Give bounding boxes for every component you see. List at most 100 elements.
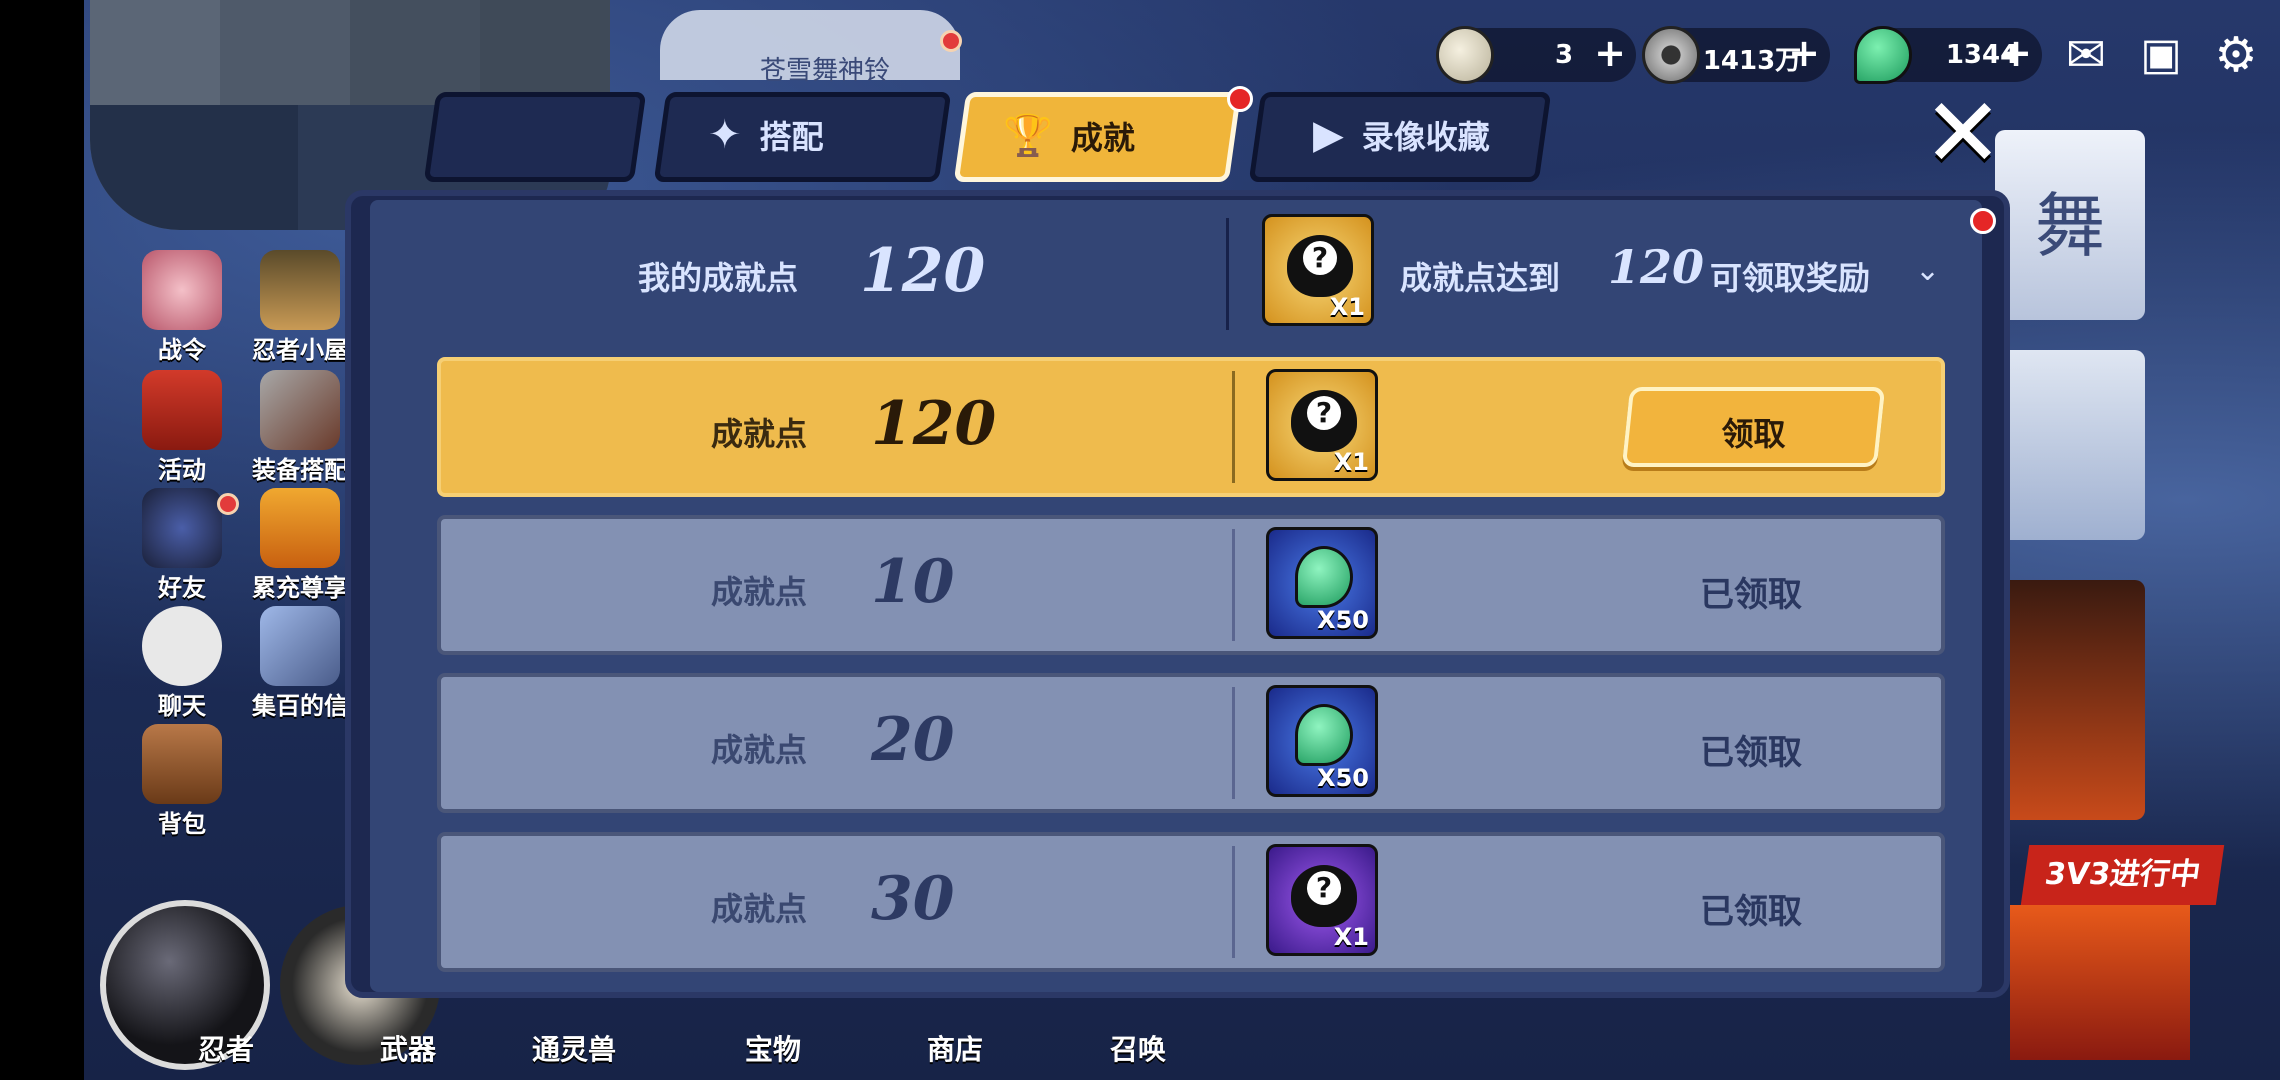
- add-magatama-button[interactable]: +: [2000, 34, 2032, 72]
- item-quantity: X1: [1333, 448, 1369, 476]
- sidebar-item-label: 好友: [158, 574, 206, 602]
- reward-suffix: 可领取奖励: [1710, 259, 1871, 297]
- sidebar-item-label: 累充尊享: [252, 574, 348, 602]
- sidebar-item-backpack[interactable]: 背包: [122, 724, 242, 839]
- sidebar-item-label: 活动: [158, 456, 206, 484]
- claimed-status: 已领取: [1700, 892, 1802, 932]
- mystery-box-item[interactable]: ? X1: [1266, 369, 1378, 481]
- settings-gear-icon[interactable]: ⚙: [2205, 28, 2267, 82]
- divider: [1232, 687, 1235, 799]
- green-magatama-icon: [1295, 546, 1353, 608]
- reward-row: 成就点 30 ? X1 已领取: [437, 832, 1945, 972]
- equipment-icon: [260, 370, 340, 450]
- my-points-label: 我的成就点: [638, 259, 799, 297]
- row-label: 成就点: [711, 573, 808, 611]
- right-event-card[interactable]: [1995, 580, 2145, 820]
- sidebar-item-recharge[interactable]: 累充尊享: [240, 488, 360, 603]
- notification-dot: [940, 30, 962, 52]
- green-magatama-icon: [1854, 26, 1912, 84]
- left-black-bar: [0, 0, 84, 1080]
- bottom-nav-summon-beasts[interactable]: 通灵兽: [532, 1028, 616, 1068]
- resource-rice-ball: 3 +: [1436, 26, 1636, 84]
- green-magatama-item[interactable]: X50: [1266, 685, 1378, 797]
- notification-dot: [1227, 86, 1253, 112]
- claim-button-label: 领取: [1721, 415, 1786, 453]
- mystery-box-item[interactable]: ? X1: [1262, 214, 1374, 326]
- backpack-icon: [142, 724, 222, 804]
- item-quantity: X1: [1329, 293, 1365, 321]
- sidebar-item-label: 战令: [158, 336, 206, 364]
- achievement-summary: 我的成就点 120 ? X1 成就点达到 120 可领取奖励 ⌄: [380, 208, 1996, 338]
- right-event-card[interactable]: [2010, 905, 2190, 1060]
- bottom-nav-weapons[interactable]: 武器: [380, 1028, 436, 1068]
- sidebar-item-events[interactable]: 活动: [122, 370, 242, 485]
- game-screen: 苍雪舞神铃 3 + 1413万 + 1344 + ✉ ▣ ⚙ 战令 忍者小屋 活…: [0, 0, 2280, 1080]
- row-label: 成就点: [711, 415, 808, 453]
- sidebar-item-ninja-house[interactable]: 忍者小屋: [240, 250, 360, 365]
- chat-bubble-icon: [142, 606, 222, 686]
- reward-row: 成就点 120 ? X1 领取: [437, 357, 1945, 497]
- divider: [1232, 371, 1235, 483]
- bottom-nav-shop[interactable]: 商店: [927, 1028, 983, 1068]
- divider: [1232, 529, 1235, 641]
- close-button[interactable]: ✕: [1918, 85, 2008, 181]
- my-points-value: 120: [860, 236, 986, 306]
- ninja-friend-icon: [142, 488, 222, 568]
- claimed-status: 已领取: [1700, 733, 1802, 773]
- item-quantity: X1: [1333, 923, 1369, 951]
- green-magatama-item[interactable]: X50: [1266, 527, 1378, 639]
- item-quantity: X50: [1317, 764, 1369, 792]
- sidebar-item-letters[interactable]: 集百的信: [240, 606, 360, 721]
- reward-row: 成就点 10 X50 已领取: [437, 515, 1945, 655]
- purple-mystery-box-item[interactable]: ? X1: [1266, 844, 1378, 956]
- chevron-down-icon[interactable]: ⌄: [1915, 256, 1945, 286]
- sidebar-item-chat[interactable]: 聊天: [122, 606, 242, 721]
- notification-dot: [1970, 208, 1996, 234]
- ninja-house-icon: [260, 250, 340, 330]
- row-points: 20: [871, 705, 955, 775]
- sidebar-item-label: 背包: [158, 810, 206, 838]
- resource-value: 1413万: [1702, 46, 1802, 76]
- mail-icon[interactable]: ✉: [2055, 28, 2117, 82]
- ssr-chest-icon: [260, 488, 340, 568]
- right-event-card[interactable]: [1995, 350, 2145, 540]
- item-quantity: X50: [1317, 606, 1369, 634]
- add-coin-button[interactable]: +: [1788, 34, 1820, 72]
- sidebar-item-battle-pass[interactable]: 战令: [122, 250, 242, 365]
- tab-first[interactable]: [423, 92, 647, 182]
- sidebar-item-label: 装备搭配: [252, 456, 348, 484]
- row-label: 成就点: [711, 731, 808, 769]
- calligraphy-text: 舞: [2035, 185, 2105, 267]
- reward-points: 120: [1608, 240, 1705, 294]
- sidebar-item-label: 聊天: [158, 692, 206, 720]
- event-banner-label: 苍雪舞神铃: [760, 56, 891, 86]
- rice-ball-icon: [1436, 26, 1494, 84]
- sidebar-item-label: 忍者小屋: [252, 336, 348, 364]
- green-magatama-icon: [1295, 704, 1353, 766]
- row-points: 120: [871, 389, 997, 459]
- reward-prefix: 成就点达到: [1400, 259, 1561, 297]
- bottom-nav-summon[interactable]: 召唤: [1110, 1028, 1166, 1068]
- trophy-icon: 🏆: [1003, 113, 1053, 159]
- claimed-status: 已领取: [1700, 575, 1802, 615]
- shop-chest-icon[interactable]: ▣: [2130, 28, 2192, 82]
- row-label: 成就点: [711, 890, 808, 928]
- row-points: 30: [871, 864, 955, 934]
- tab-achievements-label: 🏆 成就: [1003, 113, 1135, 159]
- right-event-card[interactable]: 舞: [1995, 130, 2145, 320]
- 3v3-event-banner[interactable]: 3V3进行中: [2020, 845, 2225, 905]
- shuriken-icon: ✦: [708, 112, 742, 158]
- resource-magatama: 1344 +: [1854, 26, 2042, 84]
- divider: [1226, 218, 1229, 330]
- notification-dot: [217, 493, 239, 515]
- bottom-nav-treasures[interactable]: 宝物: [745, 1028, 801, 1068]
- add-rice-ball-button[interactable]: +: [1594, 34, 1626, 72]
- sidebar-item-equipment[interactable]: 装备搭配: [240, 370, 360, 485]
- tab-loadout-label: ✦ 搭配: [708, 112, 824, 158]
- bottom-nav-ninja[interactable]: 忍者: [198, 1028, 254, 1068]
- sidebar-item-label: 集百的信: [252, 692, 348, 720]
- letter-icon: [260, 606, 340, 686]
- play-icon: ▶: [1313, 112, 1344, 158]
- event-banner[interactable]: 苍雪舞神铃: [660, 10, 960, 86]
- coin-icon: [1642, 26, 1700, 84]
